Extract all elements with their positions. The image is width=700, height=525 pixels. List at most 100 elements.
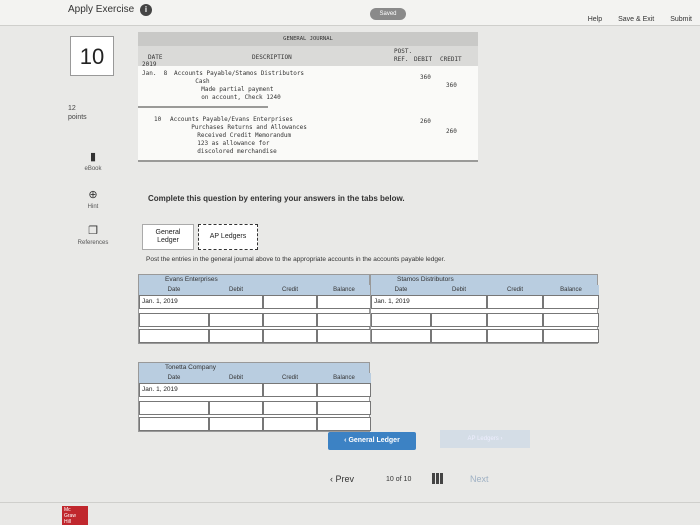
ledger-tonetta-company: Tonetta Company Date Debit Credit Balanc… <box>138 362 371 432</box>
references-icon: ❐ <box>88 225 98 237</box>
ledger-col-debit: Debit <box>209 373 263 383</box>
ledger-credit-input[interactable] <box>263 295 317 309</box>
question-grid-icon[interactable] <box>432 473 443 484</box>
question-pager: ‹ Prev 10 of 10 Next <box>0 470 700 500</box>
ledger-debit-input[interactable] <box>209 417 263 431</box>
ledger-balance-input[interactable] <box>317 295 371 309</box>
help-button[interactable]: Help <box>588 16 602 23</box>
page-current: 10 <box>386 476 394 483</box>
journal-col-credit: CREDIT <box>440 56 462 63</box>
journal-bottom-rule <box>138 160 478 162</box>
submit-button[interactable]: Submit <box>670 16 692 23</box>
ledger-credit-input[interactable] <box>263 417 317 431</box>
ledger-balance-input[interactable] <box>543 329 599 343</box>
saved-indicator: Saved <box>370 8 406 20</box>
ledger-date-input[interactable] <box>139 417 209 431</box>
ledger-title: Evans Enterprises <box>139 275 369 285</box>
ledger-balance-input[interactable] <box>317 401 371 415</box>
ledger-credit-input[interactable] <box>263 383 317 397</box>
page-of: of <box>395 476 402 483</box>
journal-line-date: 10 <box>154 116 162 123</box>
ledger-debit-input[interactable] <box>431 313 487 327</box>
ledger-date-input[interactable] <box>371 329 431 343</box>
journal-divider <box>138 106 268 108</box>
journal-year: 2019 <box>142 61 157 68</box>
ledger-credit-input[interactable] <box>487 313 543 327</box>
ledger-balance-input[interactable] <box>543 313 599 327</box>
ledger-credit-input[interactable] <box>487 329 543 343</box>
info-icon[interactable]: i <box>140 4 152 16</box>
question-instruction: Complete this question by entering your … <box>148 194 405 203</box>
references-label: References <box>77 240 109 246</box>
ebook-label: eBook <box>84 166 102 172</box>
journal-col-description: DESCRIPTION <box>252 54 292 61</box>
ledger-col-balance: Balance <box>317 373 371 383</box>
book-icon: ▮ <box>89 151 97 163</box>
journal-line-text: Cash <box>188 78 210 85</box>
ledger-debit-input[interactable] <box>209 313 263 327</box>
ledger-balance-input[interactable] <box>317 329 371 343</box>
ledger-date-input[interactable] <box>139 313 209 327</box>
journal-title: GENERAL JOURNAL <box>138 32 478 46</box>
general-ledger-button[interactable]: ‹ General Ledger <box>328 432 416 450</box>
ledger-opening-date: Jan. 1, 2019 <box>139 295 263 309</box>
journal-line-text: Received Credit Memorandum <box>190 132 292 139</box>
journal-line-credit: 360 <box>446 82 457 89</box>
ledger-credit-input[interactable] <box>263 329 317 343</box>
journal-line-debit: 260 <box>420 118 431 125</box>
ledger-col-credit: Credit <box>263 285 317 295</box>
ledger-credit-input[interactable] <box>263 401 317 415</box>
hint-button[interactable]: ⊕ Hint <box>66 188 120 210</box>
ledger-opening-date: Jan. 1, 2019 <box>139 383 263 397</box>
ledger-debit-input[interactable] <box>209 401 263 415</box>
ledger-balance-input[interactable] <box>317 383 371 397</box>
logo-line: Hill <box>64 519 71 525</box>
ledger-title: Stamos Distributors <box>371 275 597 285</box>
tab-ap-ledgers[interactable]: AP Ledgers <box>198 224 258 250</box>
tab-general-ledger[interactable]: General Ledger <box>142 224 194 250</box>
ledger-col-credit: Credit <box>263 373 317 383</box>
journal-col-post: POST. <box>394 48 413 55</box>
publisher-logo: Mc Graw Hill <box>62 506 88 525</box>
journal-line-text: Accounts Payable/Stamos Distributors <box>174 70 305 77</box>
ledger-date-input[interactable] <box>139 401 209 415</box>
footer-divider <box>0 502 700 503</box>
journal-col-debit: DEBIT <box>414 56 433 63</box>
ledger-credit-input[interactable] <box>263 313 317 327</box>
ledger-balance-input[interactable] <box>317 417 371 431</box>
journal-line-text: Accounts Payable/Evans Enterprises <box>170 116 293 123</box>
ledger-col-debit: Debit <box>209 285 263 295</box>
ebook-button[interactable]: ▮ eBook <box>66 150 120 172</box>
ledger-col-balance: Balance <box>317 285 371 295</box>
journal-line-text: discolored merchandise <box>190 148 277 155</box>
page-total: 10 <box>403 476 412 483</box>
ledger-date-input[interactable] <box>371 313 431 327</box>
ledger-credit-input[interactable] <box>487 295 543 309</box>
save-exit-button[interactable]: Save & Exit <box>618 16 654 23</box>
tab-label: AP Ledgers <box>209 233 247 240</box>
ledger-col-debit: Debit <box>431 285 487 295</box>
journal-line-credit: 260 <box>446 128 457 135</box>
question-number: 10 <box>70 36 114 76</box>
journal-col-date: DATE <box>148 54 163 61</box>
ledger-title: Tonetta Company <box>139 363 369 373</box>
references-button[interactable]: ❐ References <box>66 224 120 246</box>
ledger-debit-input[interactable] <box>431 329 487 343</box>
ap-ledgers-button[interactable]: AP Ledgers › <box>440 430 530 448</box>
journal-line-text: on account, Check 1240 <box>194 94 281 101</box>
journal-line-text: 123 as allowance for <box>190 140 270 147</box>
tab-label: General <box>155 229 181 236</box>
page-count: 10 of 10 <box>386 476 411 483</box>
journal-line-date: Jan. 8 <box>142 70 168 77</box>
ledger-balance-input[interactable] <box>543 295 599 309</box>
journal-col-ref: REF. <box>394 56 409 63</box>
post-instruction: Post the entries in the general journal … <box>146 256 446 263</box>
points-label: points <box>68 114 87 121</box>
top-bar: Apply Exercise i Saved Help Save & Exit … <box>0 0 700 26</box>
prev-button[interactable]: ‹ Prev <box>330 474 354 484</box>
ledger-balance-input[interactable] <box>317 313 371 327</box>
app-title: Apply Exercise <box>68 4 135 15</box>
ledger-debit-input[interactable] <box>209 329 263 343</box>
next-button[interactable]: Next <box>470 474 489 484</box>
ledger-date-input[interactable] <box>139 329 209 343</box>
